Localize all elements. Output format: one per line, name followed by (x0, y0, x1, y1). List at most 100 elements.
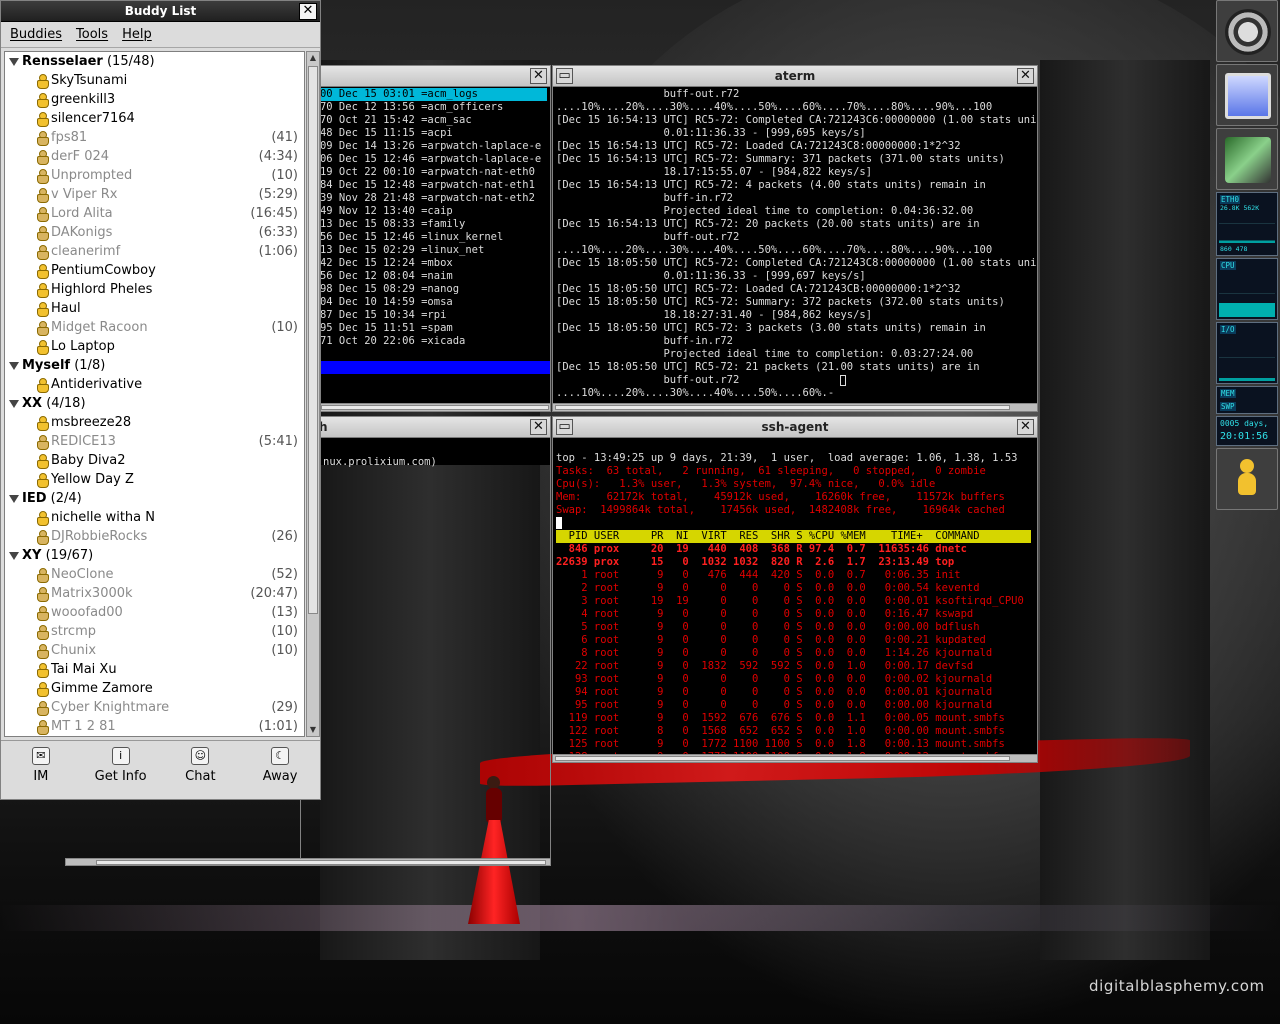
im-button[interactable]: ✉ IM (1, 741, 81, 792)
buddy-row[interactable]: Tai Mai Xu (5, 660, 304, 679)
buddy-list-window[interactable]: Buddy List ✕ Buddies Tools Help Renssela… (0, 0, 321, 800)
mail-folder-row[interactable]: 58048 Dec 15 11:15 =acpi (301, 127, 547, 140)
mail-folder-row[interactable]: 59270 Oct 21 15:42 =acm_sac (301, 114, 547, 127)
buddy-row[interactable]: Unprompted (10) (5, 166, 304, 185)
buddy-row[interactable]: cleanerimf (1:06) (5, 242, 304, 261)
expander-arrow-icon[interactable] (9, 400, 19, 408)
mail-folder-row[interactable]: 839 Nov 28 21:48 =arpwatch-nat-eth2 (301, 192, 547, 205)
menu-tools[interactable]: Tools (71, 27, 113, 42)
mail-folder-terminal[interactable]: ✕ 22100 Dec 15 03:01 =acm_logs 61370 Dec … (300, 65, 551, 412)
buddy-row[interactable]: greenkill3 (5, 90, 304, 109)
close-button[interactable]: ✕ (530, 419, 547, 435)
mail-folder-row[interactable]: 79956 Dec 15 12:46 =linux_kernel (301, 231, 547, 244)
expander-arrow-icon[interactable] (9, 58, 19, 66)
mail-folder-row[interactable]: 43295 Dec 15 11:51 =spam (301, 322, 547, 335)
mail-folder-row[interactable]: 25513 Dec 15 08:33 =family (301, 218, 547, 231)
buddy-row[interactable]: derF 024 (4:34) (5, 147, 304, 166)
buddy-row[interactable]: MT 1 2 81 (1:01) (5, 717, 304, 736)
menu-buddies[interactable]: Buddies (5, 27, 67, 42)
mail-folder-row[interactable]: 61370 Dec 12 13:56 =acm_officers (301, 101, 547, 114)
buddy-group[interactable]: XX (4/18) (5, 394, 304, 413)
close-button[interactable]: ✕ (530, 68, 547, 84)
buddy-row[interactable]: Gimme Zamore (5, 679, 304, 698)
close-button[interactable]: ✕ (1017, 419, 1034, 435)
mail-folder-row[interactable]: 7619 Oct 22 00:10 =arpwatch-nat-eth0 (301, 166, 547, 179)
ssh-agent-window[interactable]: ▭ ssh-agent ✕ top - 13:49:25 up 9 days, … (552, 416, 1038, 763)
mail-folder-row[interactable]: 4949 Nov 12 13:40 =caip (301, 205, 547, 218)
buddy-row[interactable]: Haul (5, 299, 304, 318)
horizontal-scrollbar[interactable] (301, 403, 550, 411)
mail-folder-row[interactable]: 30509 Dec 14 13:26 =arpwatch-laplace-e (301, 140, 547, 153)
aterm-window[interactable]: ▭ aterm ✕ buff-out.r72 ....10%....20%....… (552, 65, 1038, 412)
window-menu-button[interactable]: ▭ (556, 419, 573, 435)
buddy-row[interactable]: wooofad00 (13) (5, 603, 304, 622)
buddy-row[interactable]: Lord Alita (16:45) (5, 204, 304, 223)
buddy-row[interactable]: Lo Laptop (5, 337, 304, 356)
buddy-row[interactable]: Yellow Day Z (5, 470, 304, 489)
chat-button[interactable]: ☺ Chat (161, 741, 241, 792)
scroll-up-arrow[interactable]: ▲ (308, 53, 318, 63)
buddy-group[interactable]: Myself (1/8) (5, 356, 304, 375)
mail-folder-row[interactable]: 59087 Dec 15 10:34 =rpi (301, 309, 547, 322)
mail-folder-list[interactable]: 22100 Dec 15 03:01 =acm_logs 61370 Dec 12… (301, 87, 550, 403)
dock-app-main[interactable] (1216, 0, 1278, 62)
buddy-row[interactable]: Chunix (10) (5, 641, 304, 660)
title-bar[interactable]: h ✕ (301, 417, 550, 438)
menu-help[interactable]: Help (117, 27, 157, 42)
away-button[interactable]: ☾ Away (240, 741, 320, 792)
buddy-row[interactable]: Cyber Knightmare (29) (5, 698, 304, 717)
mail-folder-row[interactable]: 72498 Dec 15 08:29 =nanog (301, 283, 547, 296)
buddy-row[interactable]: REDICE13 (5:41) (5, 432, 304, 451)
close-button[interactable]: ✕ (1017, 68, 1034, 84)
title-bar[interactable]: ▭ ssh-agent ✕ (553, 417, 1037, 438)
buddy-row[interactable]: v Viper Rx (5:29) (5, 185, 304, 204)
expander-arrow-icon[interactable] (9, 362, 19, 370)
title-bar[interactable]: Buddy List ✕ (1, 1, 320, 22)
buddy-row[interactable]: Antiderivative (5, 375, 304, 394)
mail-folder-row[interactable]: 35642 Dec 15 12:24 =mbox (301, 257, 547, 270)
buddy-row[interactable]: fps81 (41) (5, 128, 304, 147)
dock-app-gimp[interactable] (1216, 128, 1278, 190)
buddy-row[interactable]: silencer7164 (5, 109, 304, 128)
mail-folder-row[interactable]: 40784 Dec 15 12:48 =arpwatch-nat-eth1 (301, 179, 547, 192)
buddy-row[interactable]: DAKonigs (6:33) (5, 223, 304, 242)
mail-folder-row[interactable]: 86004 Dec 10 14:59 =omsa (301, 296, 547, 309)
buddy-row[interactable]: NeoClone (52) (5, 565, 304, 584)
buddy-row[interactable]: Midget Racoon (10) (5, 318, 304, 337)
buddy-row[interactable]: Highlord Pheles (5, 280, 304, 299)
horizontal-scrollbar[interactable] (553, 403, 1037, 411)
top-process-monitor[interactable]: top - 13:49:25 up 9 days, 21:39, 1 user,… (553, 438, 1037, 754)
buddy-row[interactable]: strcmp (10) (5, 622, 304, 641)
mail-folder-row[interactable]: 71271 Oct 20 22:06 =xicada (301, 335, 547, 348)
scroll-thumb[interactable] (308, 66, 318, 614)
buddy-row[interactable]: Matrix3000k (20:47) (5, 584, 304, 603)
window-menu-button[interactable]: ▭ (556, 68, 573, 84)
title-bar[interactable]: ▭ aterm ✕ (553, 66, 1037, 87)
mail-folder-row[interactable]: 22100 Dec 15 03:01 =acm_logs (301, 88, 547, 101)
expander-arrow-icon[interactable] (9, 495, 19, 503)
mail-folder-row[interactable]: 53856 Dec 12 08:04 =naim (301, 270, 547, 283)
buddy-row[interactable]: PentiumCowboy (5, 261, 304, 280)
buddy-row[interactable]: DJRobbieRocks (26) (5, 527, 304, 546)
scroll-down-arrow[interactable]: ▼ (308, 725, 318, 735)
buddy-group[interactable]: XY (19/67) (5, 546, 304, 565)
dock-app-monitor[interactable] (1216, 64, 1278, 126)
buddy-row[interactable]: SkyTsunami (5, 71, 304, 90)
buddy-row[interactable]: msbreeze28 (5, 413, 304, 432)
horizontal-scrollbar[interactable] (65, 858, 551, 866)
terminal-output[interactable]: nux.prolixium.com) (301, 438, 550, 468)
expander-arrow-icon[interactable] (9, 552, 19, 560)
buddy-tree[interactable]: Rensselaer (15/48) SkyTsunami greenkill3 si… (4, 51, 305, 737)
vertical-scrollbar[interactable]: ▲ ▼ (306, 51, 320, 737)
title-bar[interactable]: ✕ (301, 66, 550, 87)
horizontal-scrollbar[interactable] (553, 754, 1037, 762)
buddy-row[interactable]: Baby Diva2 (5, 451, 304, 470)
buddy-row[interactable]: nichelle witha N (5, 508, 304, 527)
mail-folder-row[interactable]: 04713 Dec 15 02:29 =linux_net (301, 244, 547, 257)
small-terminal[interactable]: h ✕ nux.prolixium.com) (300, 416, 551, 866)
rc5-client-output[interactable]: buff-out.r72 ....10%....20%....30%....40%… (553, 87, 1037, 403)
mail-folder-row[interactable]: 68606 Dec 15 12:46 =arpwatch-laplace-e (301, 153, 547, 166)
get-info-button[interactable]: i Get Info (81, 741, 161, 792)
close-button[interactable]: ✕ (299, 3, 317, 20)
dock-app-gaim[interactable] (1216, 448, 1278, 510)
